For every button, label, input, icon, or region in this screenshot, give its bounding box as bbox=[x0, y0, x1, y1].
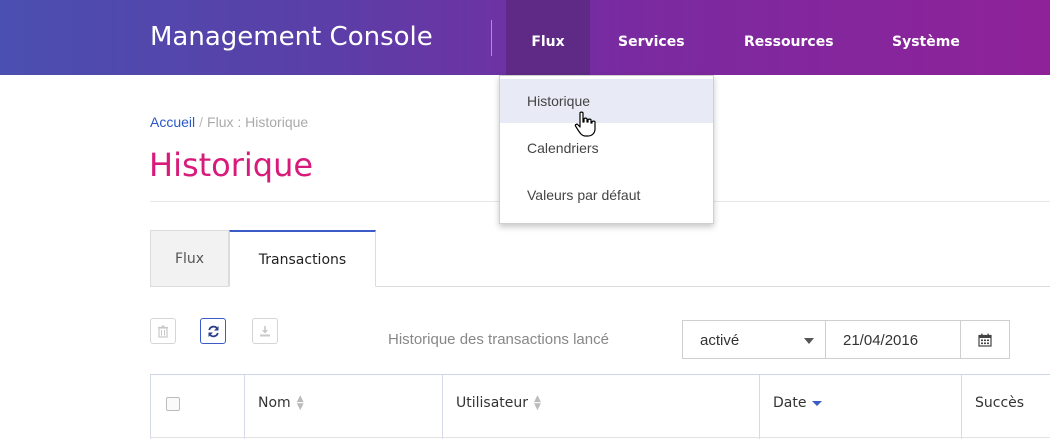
status-select-value: activé bbox=[700, 332, 740, 349]
caret-down-icon bbox=[804, 338, 814, 344]
refresh-button[interactable] bbox=[200, 318, 226, 344]
breadcrumb-home-link[interactable]: Accueil bbox=[150, 114, 195, 130]
column-header-succes-label: Succès bbox=[975, 395, 1025, 411]
sort-icon: ▲ ▼ bbox=[534, 394, 541, 412]
hand-pointer-icon bbox=[574, 111, 596, 137]
flux-dropdown-menu: Historique Calendriers Valeurs par défau… bbox=[499, 75, 714, 224]
delete-button[interactable] bbox=[150, 318, 176, 344]
column-header-utilisateur-label: Utilisateur bbox=[456, 395, 529, 411]
page-title: Historique bbox=[149, 146, 314, 184]
column-header-nom-label: Nom bbox=[258, 395, 291, 411]
brand-title[interactable]: Management Console bbox=[150, 22, 433, 52]
menu-item-historique[interactable]: Historique bbox=[500, 79, 713, 123]
column-select-all bbox=[150, 375, 245, 439]
calendar-icon bbox=[978, 333, 992, 347]
calendar-button[interactable] bbox=[960, 320, 1010, 359]
tab-transactions[interactable]: Transactions bbox=[229, 230, 376, 287]
trash-icon bbox=[158, 325, 168, 338]
breadcrumb: Accueil / Flux : Historique bbox=[150, 114, 308, 130]
refresh-icon bbox=[207, 325, 219, 337]
tab-flux[interactable]: Flux bbox=[150, 230, 229, 286]
column-header-succes[interactable]: Succès bbox=[962, 375, 1050, 439]
nav-systeme[interactable]: Système bbox=[892, 0, 960, 75]
breadcrumb-separator: / bbox=[199, 114, 204, 130]
column-header-date[interactable]: Date bbox=[760, 375, 962, 439]
column-header-utilisateur[interactable]: Utilisateur ▲ ▼ bbox=[443, 375, 760, 439]
nav-ressources[interactable]: Ressources bbox=[744, 0, 834, 75]
nav-services[interactable]: Services bbox=[618, 0, 685, 75]
menu-item-calendriers[interactable]: Calendriers bbox=[500, 126, 713, 170]
download-icon bbox=[260, 326, 270, 337]
date-input[interactable]: 21/04/2016 bbox=[825, 320, 961, 359]
nav-flux[interactable]: Flux bbox=[506, 0, 590, 75]
sort-icon: ▲ ▼ bbox=[296, 394, 304, 412]
menu-item-valeurs-par-defaut[interactable]: Valeurs par défaut bbox=[500, 173, 713, 217]
breadcrumb-current: Flux : Historique bbox=[207, 114, 309, 130]
transactions-table-header: Nom ▲ ▼ Utilisateur ▲ ▼ Date Succès bbox=[150, 374, 1050, 439]
column-header-date-label: Date bbox=[773, 395, 807, 411]
download-button[interactable] bbox=[252, 318, 278, 344]
sort-descending-icon bbox=[812, 400, 823, 406]
top-navbar: Management Console Flux Services Ressour… bbox=[0, 0, 1050, 75]
select-all-checkbox[interactable] bbox=[166, 397, 180, 411]
date-input-value: 21/04/2016 bbox=[843, 332, 919, 349]
filter-label: Historique des transactions lancé bbox=[388, 331, 609, 348]
column-header-nom[interactable]: Nom ▲ ▼ bbox=[245, 375, 443, 439]
status-select[interactable]: activé bbox=[682, 320, 826, 359]
navbar-divider bbox=[491, 20, 492, 56]
